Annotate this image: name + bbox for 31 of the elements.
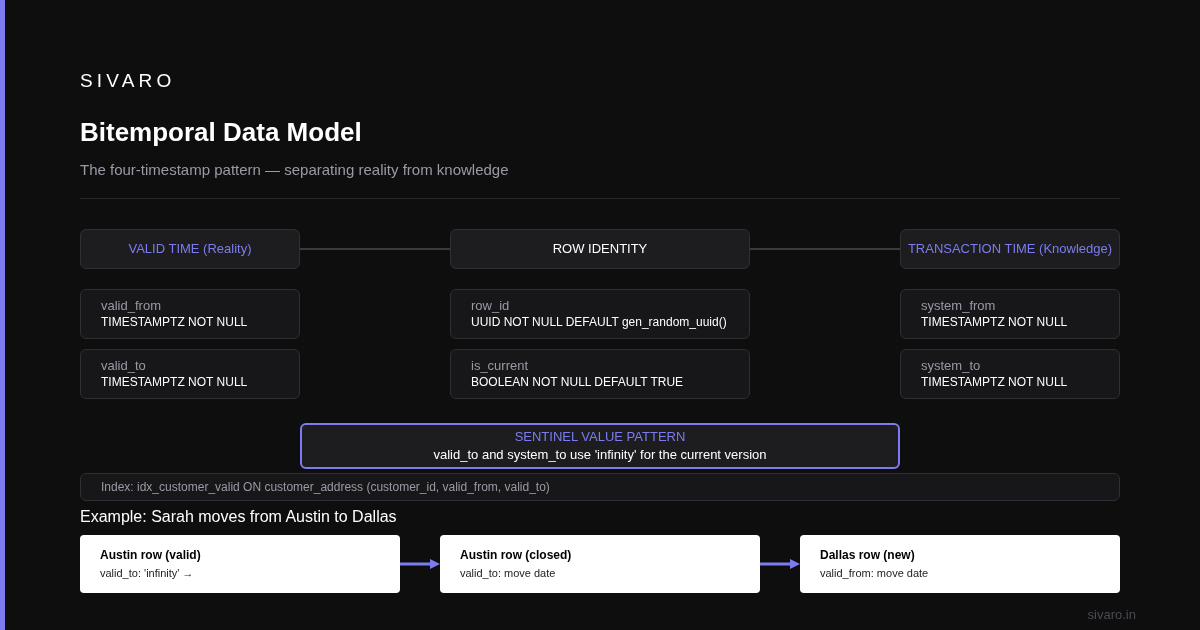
field-type: TIMESTAMPTZ NOT NULL xyxy=(921,314,1069,331)
field-name: system_to xyxy=(921,357,982,374)
group-header: ROW IDENTITY xyxy=(450,229,750,269)
footer-url: sivaro.in xyxy=(1087,606,1136,624)
step-detail: valid_to: move date xyxy=(460,566,557,581)
field-name: valid_to xyxy=(101,357,147,374)
page-title: Bitemporal Data Model xyxy=(80,116,363,148)
step-detail: valid_to: 'infinity' → xyxy=(100,566,195,581)
field-type: UUID NOT NULL DEFAULT gen_random_uuid() xyxy=(471,314,728,331)
index-note: Index: idx_customer_valid ON customer_address (customer_id, valid_from, valid_to) xyxy=(80,473,1120,501)
field-name: row_id xyxy=(471,297,511,314)
field-type: BOOLEAN NOT NULL DEFAULT TRUE xyxy=(471,374,685,391)
sentinel-text: valid_to and system_to use 'infinity' for the current version xyxy=(433,446,767,464)
group-header: TRANSACTION TIME (Knowledge) xyxy=(900,229,1120,269)
example-title: Example: Sarah moves from Austin to Dallas xyxy=(80,507,398,527)
field-name: system_from xyxy=(921,297,997,314)
step-title: Dallas row (new) xyxy=(820,547,916,564)
step-title: Austin row (closed) xyxy=(460,547,573,564)
arrow xyxy=(400,559,440,569)
brand-logo: SIVARO xyxy=(80,70,177,92)
field-type: TIMESTAMPTZ NOT NULL xyxy=(101,374,249,391)
step-title: Austin row (valid) xyxy=(100,547,202,564)
subtitle: The four-timestamp pattern — separating reality from knowledge xyxy=(80,160,510,180)
sentinel-title: SENTINEL VALUE PATTERN xyxy=(514,428,686,446)
step-detail: valid_from: move date xyxy=(820,566,930,581)
field-type: TIMESTAMPTZ NOT NULL xyxy=(921,374,1069,391)
field-name: valid_from xyxy=(101,297,162,314)
group-header: VALID TIME (Reality) xyxy=(80,229,300,269)
field-type: TIMESTAMPTZ NOT NULL xyxy=(101,314,249,331)
field-name: is_current xyxy=(471,357,530,374)
arrow xyxy=(760,559,800,569)
